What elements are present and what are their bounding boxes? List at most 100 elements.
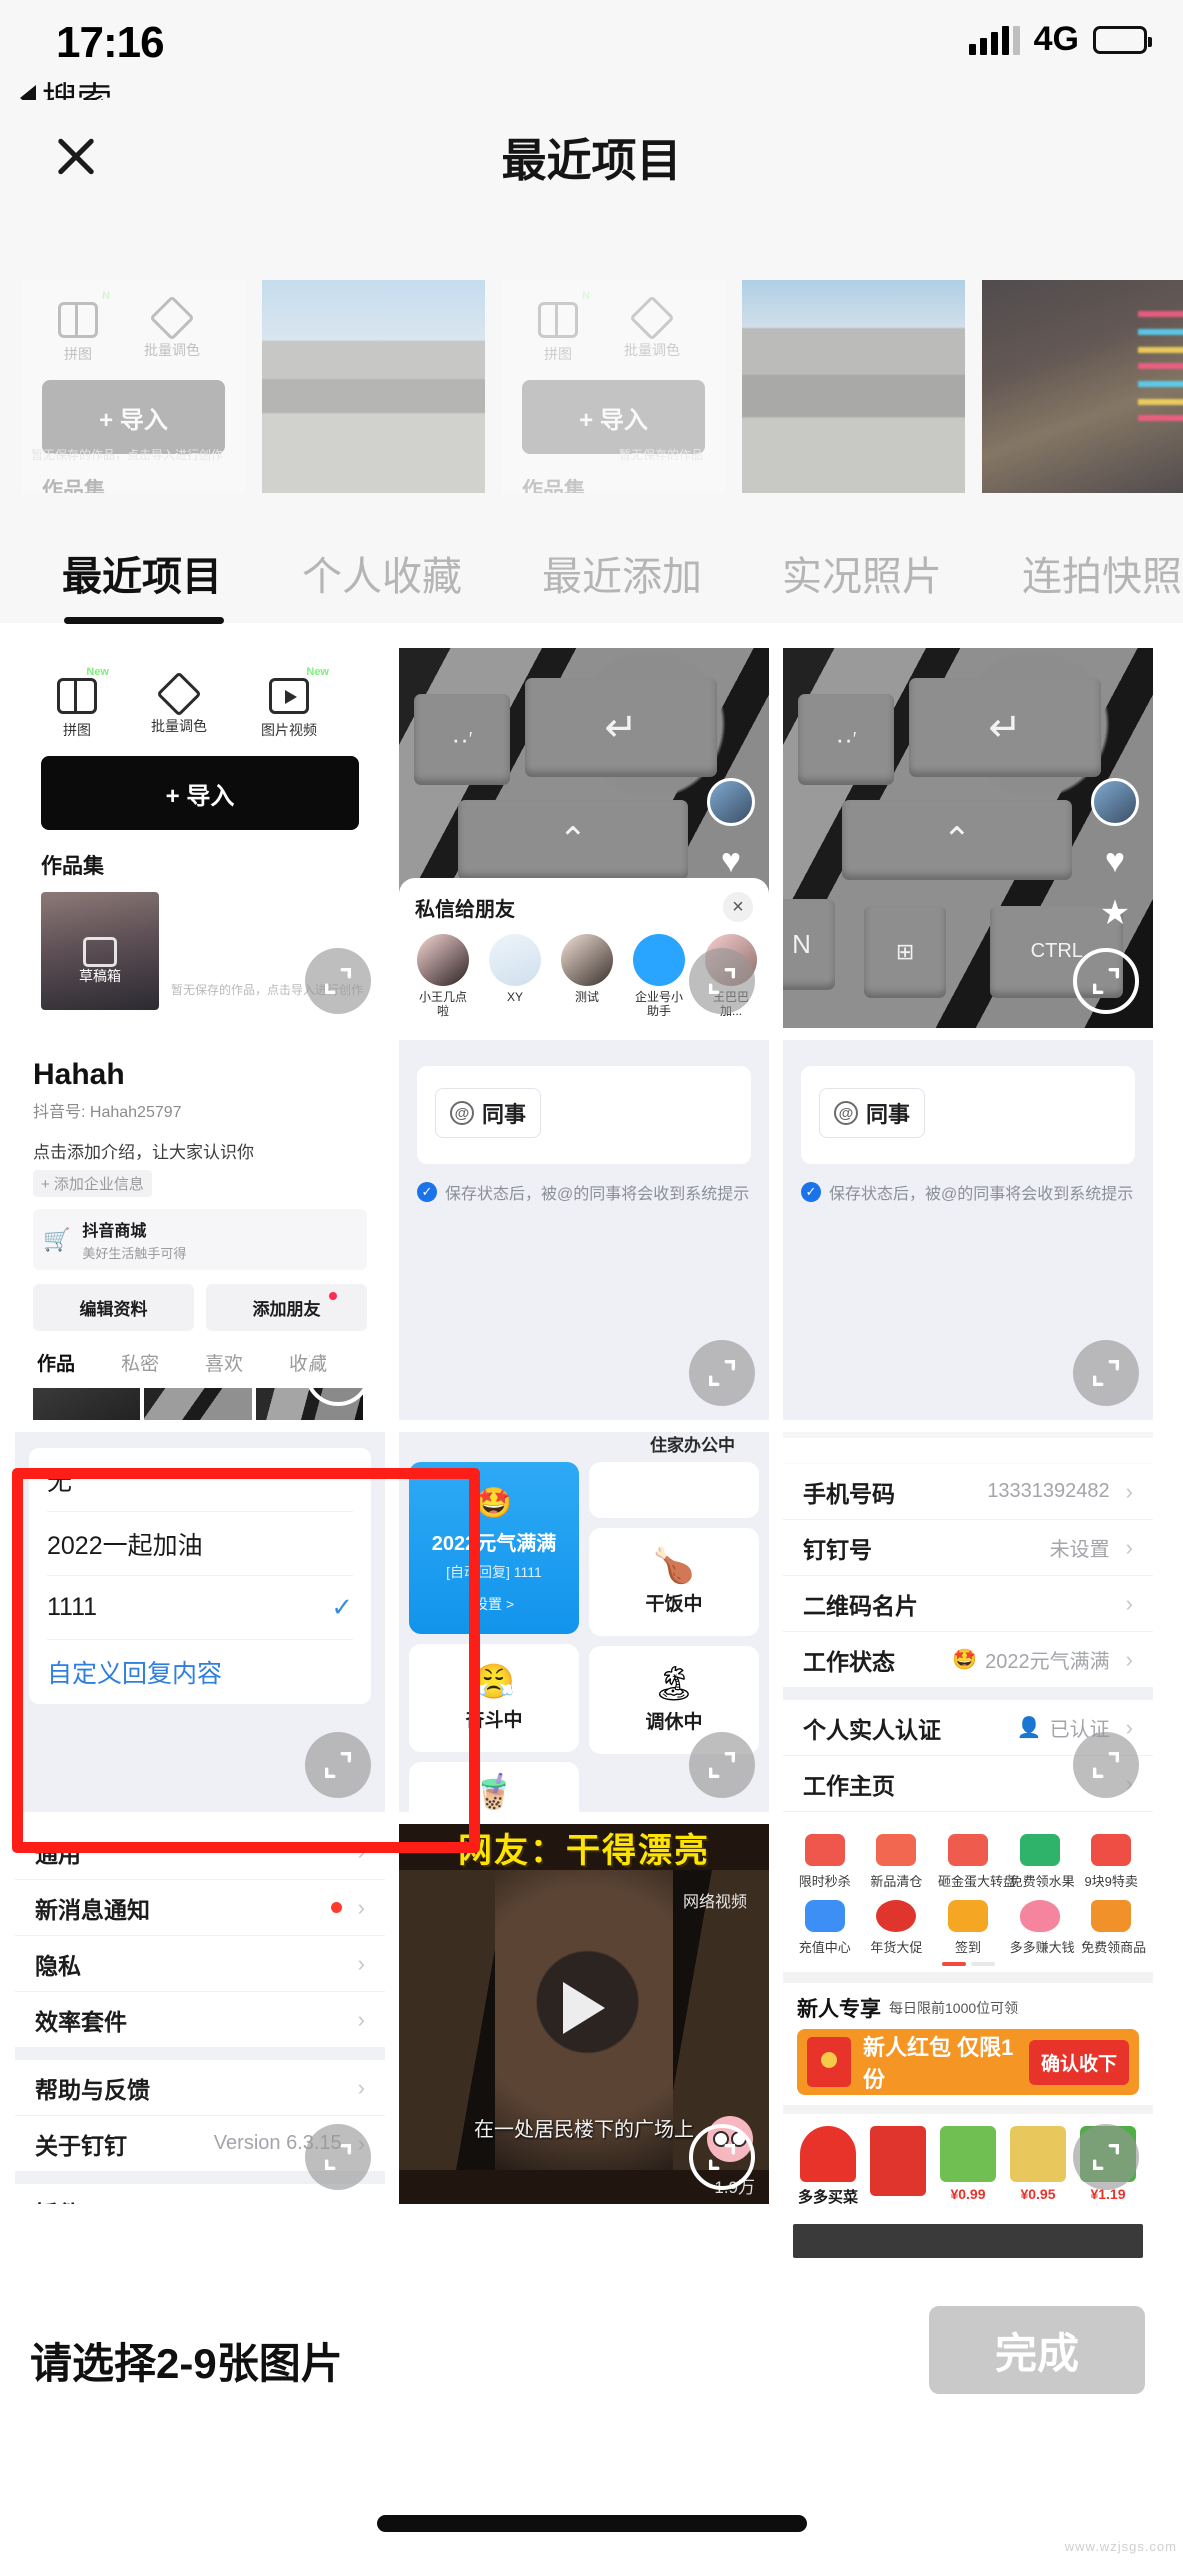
pdd-claim-button[interactable]: 确认收下 [1028,2039,1129,2085]
expand-icon[interactable] [689,1732,755,1798]
custom-reply-link[interactable]: 自定义回复内容 [47,1640,353,1704]
pdd-entry[interactable]: 砸金蛋大转盘 [938,1834,1016,1890]
album-thumb-5[interactable] [982,280,1183,493]
edit-profile-button[interactable]: 编辑资料 [33,1284,194,1331]
profile-tab-private[interactable]: 私密 [121,1349,159,1376]
avatar[interactable] [1091,778,1139,826]
auto-reply-option[interactable]: 无 [47,1448,353,1512]
profile-bio[interactable]: 点击添加介绍，让大家认识你 [33,1138,367,1163]
photo-cell-capcut[interactable]: 拼图 New 批量调色 图片视频 New + 导入 作品集 草稿箱 暂无保存的作品，… [15,648,385,1028]
auto-reply-option[interactable]: 2022一起加油 [47,1512,353,1576]
status-option[interactable] [589,1462,759,1518]
profile-row-qr-card[interactable]: 二维码名片 › [783,1576,1153,1632]
at-colleague-chip[interactable]: @ 同事 [435,1088,542,1138]
expand-icon[interactable] [689,948,755,1014]
status-emoji: 🏝 [652,1664,696,1703]
profile-row-work-status[interactable]: 工作状态 🤩 2022元气满满 › [783,1632,1153,1688]
status-featured-card[interactable]: 🤩 2022元气满满 [自动回复] 1111 设置 > [409,1462,579,1634]
pdd-product[interactable]: 多多买菜次日自提 [797,2126,859,2204]
pdd-entry[interactable]: 限时秒杀 [795,1834,855,1890]
settings-row-notifications[interactable]: 新消息通知 › [15,1880,385,1936]
expand-icon[interactable] [305,948,371,1014]
status-option[interactable]: 🧋 [409,1762,579,1812]
pdd-entry[interactable]: 签到 [938,1900,998,1956]
settings-row-help[interactable]: 帮助与反馈 › [15,2060,385,2116]
add-enterprise-chip[interactable]: + 添加企业信息 [33,1170,152,1197]
profile-tab-works[interactable]: 作品 [37,1349,75,1376]
heart-icon[interactable]: ♥ [1105,844,1125,878]
tab-favorites[interactable]: 个人收藏 [302,544,462,602]
status-featured-action[interactable]: 设置 > [474,1594,514,1614]
share-friend[interactable]: 测试 [561,934,613,1019]
douyin-shop-entry[interactable]: 🛒 抖音商城 美好生活触手可得 [33,1209,367,1270]
pdd-entry[interactable]: 免费领水果 [1010,1834,1075,1890]
status-option[interactable]: 🍗 干饭中 [589,1528,759,1636]
profile-row-dingtalk-id[interactable]: 钉钉号 未设置 › [783,1520,1153,1576]
expand-icon[interactable] [305,2124,371,2190]
photo-cell-dingtalk-at-2[interactable]: @ 同事 ✓ 保存状态后，被@的同事将会收到系统提示 [783,1040,1153,1420]
photo-cell-pdd-promo[interactable]: 限时秒杀 新品清仓 砸金蛋大转盘 免费领水果 9块9特卖 充值中心 年货大促 签… [783,1824,1153,2204]
done-button[interactable]: 完成 [929,2306,1145,2394]
photo-cell-auto-reply-list[interactable]: 无 2022一起加油 1111 ✓ 自定义回复内容 [15,1432,385,1812]
expand-icon[interactable] [1073,1340,1139,1406]
pdd-entry[interactable]: 多多赚大钱 [1010,1900,1075,1956]
expand-icon[interactable] [305,1340,371,1406]
photo-cell-dingtalk-status-picker[interactable]: 住家办公中 🤩 2022元气满满 [自动回复] 1111 设置 > 😤 奋斗中 [399,1432,769,1812]
play-icon[interactable] [563,1982,605,2034]
work-tile[interactable] [144,1388,252,1420]
photo-cell-partial[interactable] [783,2216,1153,2276]
photo-cell-dingtalk-profile[interactable]: 手机号码 13331392482 › 钉钉号 未设置 › 二维码名片 › 工作状态 🤩 202… [783,1432,1153,1812]
expand-icon[interactable] [689,1340,755,1406]
share-friend[interactable]: 小王几点啦 [417,934,469,1019]
tab-burst[interactable]: 连拍快照 [1022,544,1182,602]
album-thumb-3[interactable]: 拼图N 批量调色 图片视频N + 导入 作品集 草稿箱 暂无保存的作品 [502,280,725,493]
pdd-entry[interactable]: 9块9特卖 [1081,1834,1141,1890]
album-thumb-1[interactable]: 拼图N 批量调色 图片视频N + 导入 作品集 草稿箱 暂无保存的作品，点击导入… [22,280,245,493]
photo-cell-douyin-profile[interactable]: Hahah 抖音号: Hahah25797 点击添加介绍，让大家认识你 + 添加… [15,1040,385,1420]
settings-row-efficiency[interactable]: 效率套件 › [15,1992,385,2048]
tab-recent-items[interactable]: 最近项目 [62,544,224,624]
status-emoji: 🍗 [652,1546,696,1585]
pdd-product[interactable] [867,2126,929,2200]
heart-icon[interactable]: ♥ [721,844,741,878]
pdd-entry[interactable]: 充值中心 [795,1900,855,1956]
expand-icon[interactable] [689,2124,755,2190]
expand-icon[interactable] [1073,2124,1139,2190]
profile-row-phone[interactable]: 手机号码 13331392482 › [783,1464,1153,1520]
pdd-entry[interactable]: 免费领商品 [1081,1900,1146,1956]
photo-cell-keyboard-share[interactable]: ··′ ↵ ⌃ N ⊞ CTRL ♥ 私信给朋友 × 小王几点啦 XY 测试 [399,648,769,1028]
close-icon[interactable]: × [723,892,753,922]
capcut-import-button[interactable]: + 导入 [41,756,359,830]
pdd-entry[interactable]: 年货大促 [866,1900,926,1956]
draft-tile[interactable]: 草稿箱 3 个视频 [33,1388,141,1420]
status-option[interactable]: 😤 奋斗中 [409,1644,579,1752]
settings-row-privacy[interactable]: 隐私 › [15,1936,385,1992]
tab-recently-added[interactable]: 最近添加 [542,544,702,602]
photo-cell-video[interactable]: 网友：干得漂亮 网络视频 在一处居民楼下的广场上 1.9万 [399,1824,769,2204]
auto-reply-option[interactable]: 1111 ✓ [47,1576,353,1640]
network-label: 4G [1033,20,1079,58]
album-thumb-2[interactable] [262,280,485,493]
at-note: 保存状态后，被@的同事将会收到系统提示 [829,1186,1134,1203]
pdd-newuser-banner[interactable]: 新人红包 仅限1份 确认收下 [797,2029,1139,2095]
add-friend-button[interactable]: 添加朋友 [206,1284,367,1331]
pdd-entry[interactable]: 新品清仓 [866,1834,926,1890]
star-icon[interactable]: ★ [1100,896,1130,930]
share-friend[interactable]: XY [489,934,541,1019]
profile-tab-likes[interactable]: 喜欢 [205,1349,243,1376]
avatar[interactable] [707,778,755,826]
photo-cell-keyboard[interactable]: ·· ′ ↵ ⌃ N ⊞ CTRL ♥ ★ [783,648,1153,1028]
tab-live-photos[interactable]: 实况照片 [782,544,942,602]
photo-cell-dingtalk-settings[interactable]: 通用 › 新消息通知 › 隐私 › 效率套件 › 帮助与反馈 › 关于钉钉 Version … [15,1824,385,2204]
share-friend[interactable]: 企业号小助手 [633,934,685,1019]
album-thumb-4[interactable] [742,280,965,493]
expand-icon[interactable] [1073,948,1139,1014]
pdd-product[interactable]: ¥0.99 [937,2126,999,2202]
expand-icon[interactable] [305,1732,371,1798]
photo-cell-dingtalk-at[interactable]: @ 同事 ✓ 保存状态后，被@的同事将会收到系统提示 [399,1040,769,1420]
expand-icon[interactable] [1073,1732,1139,1798]
settings-row-general[interactable]: 通用 › [15,1824,385,1880]
capcut-draft-thumb[interactable]: 草稿箱 [41,892,159,1010]
pdd-product[interactable]: ¥0.95 [1007,2126,1069,2202]
at-colleague-chip[interactable]: @ 同事 [819,1088,926,1138]
